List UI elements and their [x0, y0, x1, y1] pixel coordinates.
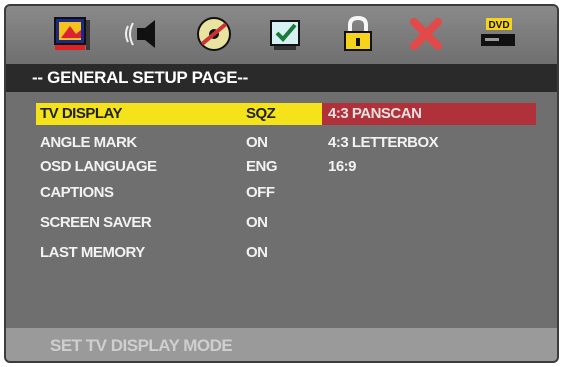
preference-check-icon[interactable]: [266, 14, 306, 54]
menu-item-label: SCREEN SAVER: [40, 214, 152, 231]
menu-item-label: OSD LANGUAGE: [40, 158, 157, 175]
svg-text:DVD: DVD: [488, 20, 509, 31]
menu-item-value: ON: [246, 214, 268, 231]
option-4-3-letterbox[interactable]: 4:3 LETTERBOX: [322, 132, 536, 154]
menu-item-label: ANGLE MARK: [40, 134, 137, 151]
disc-video-icon[interactable]: [194, 14, 234, 54]
page-title-bar: -- GENERAL SETUP PAGE--: [6, 64, 557, 92]
general-setup-tv-icon[interactable]: [52, 14, 92, 54]
menu-item-label: TV DISPLAY: [40, 105, 122, 122]
icon-tab-bar: DVD: [6, 6, 557, 62]
menu-item-value: ON: [246, 244, 268, 261]
dvd-player-icon[interactable]: DVD: [478, 14, 518, 54]
exit-x-icon[interactable]: [406, 14, 446, 54]
menu-item-tv-display[interactable]: TV DISPLAY SQZ: [36, 103, 326, 125]
option-4-3-panscan[interactable]: 4:3 PANSCAN: [322, 103, 536, 125]
lock-password-icon[interactable]: [338, 14, 378, 54]
option-label: 16:9: [328, 158, 357, 175]
menu-item-value: SQZ: [246, 105, 276, 122]
menu-item-value: ON: [246, 134, 268, 151]
status-bar: SET TV DISPLAY MODE: [6, 328, 557, 361]
osd-panel: DVD -- GENERAL SETUP PAGE-- TV DISPLAY S…: [4, 4, 559, 363]
menu-item-value: OFF: [246, 184, 275, 201]
menu-item-angle-mark[interactable]: ANGLE MARK ON: [36, 132, 326, 154]
menu-item-osd-language[interactable]: OSD LANGUAGE ENG: [36, 156, 326, 178]
menu-item-captions[interactable]: CAPTIONS OFF: [36, 182, 326, 204]
page-title: -- GENERAL SETUP PAGE--: [32, 68, 249, 87]
menu-item-value: ENG: [246, 158, 278, 175]
option-label: 4:3 LETTERBOX: [328, 134, 439, 151]
menu-item-screen-saver[interactable]: SCREEN SAVER ON: [36, 212, 326, 234]
status-text: SET TV DISPLAY MODE: [50, 336, 233, 355]
menu-item-last-memory[interactable]: LAST MEMORY ON: [36, 242, 326, 264]
option-16-9[interactable]: 16:9: [322, 156, 536, 178]
option-label: 4:3 PANSCAN: [328, 105, 422, 122]
menu-item-label: CAPTIONS: [40, 184, 114, 201]
menu-item-label: LAST MEMORY: [40, 244, 145, 261]
speaker-sound-icon[interactable]: [122, 14, 162, 54]
